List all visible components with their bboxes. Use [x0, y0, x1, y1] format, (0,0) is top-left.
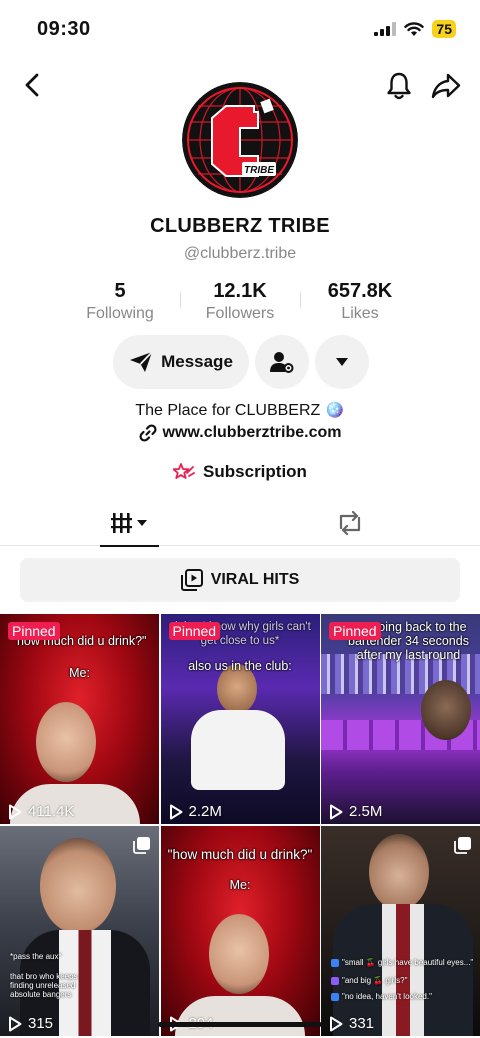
chat-text: "no idea, haven't looked."	[342, 992, 432, 1001]
view-count: 315	[8, 1015, 53, 1032]
video-caption: also us in the club:	[188, 659, 292, 673]
person-image	[36, 702, 96, 782]
chat-message: "and big 🍒 girls?"	[331, 976, 477, 985]
playlist-icon	[180, 569, 203, 591]
message-label: Message	[161, 352, 233, 371]
view-count: 2.5M	[329, 803, 382, 820]
status-icons: 75	[374, 20, 456, 38]
video-caption: that bro who keeps finding unreleased ab…	[10, 972, 78, 999]
chat-avatar-icon	[331, 958, 339, 967]
status-time: 09:30	[37, 18, 91, 40]
link-text: www.clubberztribe.com	[162, 424, 342, 441]
play-icon	[9, 1016, 22, 1031]
battery-indicator: 75	[432, 20, 456, 38]
subscription-icon	[173, 463, 195, 479]
stat-following[interactable]: 5 Following	[60, 280, 180, 324]
stat-likes[interactable]: 657.8K Likes	[300, 280, 420, 324]
video-caption: "how much did u drink?"	[167, 847, 313, 862]
video-caption: Me:	[229, 878, 251, 892]
more-dropdown-button[interactable]	[315, 335, 369, 389]
profile-name: CLUBBERZ TRIBE	[150, 215, 330, 237]
view-count: 2.2M	[169, 803, 222, 820]
send-icon	[130, 351, 153, 372]
play-icon	[169, 804, 182, 819]
tab-reposts[interactable]	[320, 500, 379, 546]
video-thumbnail[interactable]: "how much did u drink?" Me: 294	[160, 826, 320, 1036]
chat-text: "small 🍒 girls have beautiful eyes..."	[342, 958, 474, 967]
friends-settings-button[interactable]	[255, 335, 309, 389]
play-icon	[9, 804, 22, 819]
person-image	[421, 680, 471, 740]
subscription-label: Subscription	[203, 462, 307, 481]
view-count-value: 2.2M	[188, 803, 222, 820]
stat-label: Followers	[205, 305, 275, 322]
person-image	[369, 834, 429, 910]
stat-followers[interactable]: 12.1K Followers	[180, 280, 300, 324]
stat-label: Likes	[341, 305, 379, 322]
chat-message: "small 🍒 girls have beautiful eyes..."	[331, 958, 477, 967]
chevron-down-icon	[336, 358, 348, 366]
link-icon	[138, 424, 157, 442]
chat-avatar-icon	[331, 976, 339, 985]
content-tabs	[0, 500, 480, 547]
view-count-value: 315	[28, 1015, 54, 1032]
video-caption: *pass the aux*	[10, 952, 62, 961]
playlist-viral-hits[interactable]: VIRAL HITS	[20, 558, 460, 602]
person-image	[40, 838, 116, 934]
pinned-badge: Pinned	[8, 622, 60, 640]
video-thumbnail[interactable]: *pass the aux* that bro who keeps findin…	[0, 826, 159, 1036]
grid-icon	[110, 513, 147, 533]
back-arrow-icon[interactable]	[18, 70, 48, 100]
view-count-value: 331	[349, 1015, 375, 1032]
subscription-button[interactable]: Subscription	[0, 462, 480, 482]
signal-icon	[374, 22, 397, 36]
stat-value: 5	[114, 280, 126, 302]
video-thumbnail[interactable]: Pinned me going back to the bartender 34…	[321, 614, 480, 824]
stat-value: 12.1K	[213, 280, 267, 302]
view-count: 411.4K	[8, 803, 74, 820]
video-thumbnail[interactable]: Pinned "how much did u drink?" Me: 411.4…	[0, 614, 159, 824]
wifi-icon	[404, 21, 425, 36]
play-icon	[330, 1016, 343, 1031]
person-body-image	[190, 710, 285, 790]
view-count-value: 2.5M	[349, 803, 383, 820]
pinned-badge: Pinned	[168, 622, 221, 640]
share-icon[interactable]	[430, 70, 462, 102]
video-thumbnail[interactable]: Pinned clubs: I know why girls can't get…	[160, 614, 320, 824]
bell-icon[interactable]	[384, 70, 414, 102]
view-count-value: 411.4K	[28, 803, 75, 820]
person-image	[208, 914, 269, 994]
tab-videos[interactable]	[100, 500, 159, 547]
stat-value: 657.8K	[327, 280, 393, 302]
multi-image-icon	[454, 836, 472, 854]
profile-actions: Message	[113, 335, 369, 389]
playlist-label: VIRAL HITS	[210, 571, 300, 588]
status-bar: 09:30 75	[0, 0, 480, 60]
svg-text:TRIBE: TRIBE	[244, 165, 274, 176]
chat-avatar-icon	[331, 992, 339, 1001]
pinned-badge: Pinned	[329, 622, 381, 640]
profile-bio: The Place for CLUBBERZ 🪩	[135, 402, 345, 419]
club-logo-image: TRIBE	[182, 82, 298, 198]
repost-icon	[339, 511, 360, 535]
message-button[interactable]: Message	[113, 335, 249, 389]
video-thumbnail[interactable]: "small 🍒 girls have beautiful eyes..." "…	[321, 826, 480, 1036]
profile-avatar[interactable]: TRIBE	[182, 82, 298, 198]
add-friend-icon	[270, 352, 294, 373]
profile-link[interactable]: www.clubberztribe.com	[0, 424, 480, 442]
profile-stats: 5 Following 12.1K Followers 657.8K Likes	[60, 280, 420, 324]
stat-label: Following	[86, 305, 154, 322]
video-grid: Pinned "how much did u drink?" Me: 411.4…	[0, 614, 480, 1038]
chat-message: "no idea, haven't looked."	[331, 992, 477, 1001]
profile-handle: @clubberz.tribe	[183, 245, 297, 262]
play-icon	[330, 804, 343, 819]
home-indicator	[158, 1022, 322, 1027]
chat-text: "and big 🍒 girls?"	[342, 976, 408, 985]
view-count: 331	[329, 1015, 374, 1032]
multi-image-icon	[133, 836, 151, 854]
video-caption: Me:	[69, 666, 90, 680]
